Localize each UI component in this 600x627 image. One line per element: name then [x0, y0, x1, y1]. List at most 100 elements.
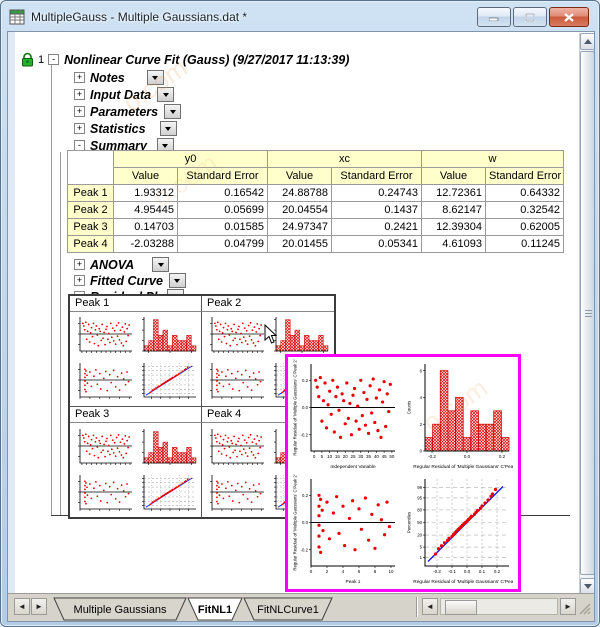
dropdown-button[interactable]	[160, 121, 177, 136]
horizontal-scrollbar[interactable]	[440, 598, 558, 615]
cell: 0.62005	[486, 219, 564, 236]
svg-text:2: 2	[420, 422, 423, 427]
tab-nav-left-button[interactable]: ◄	[14, 598, 30, 615]
svg-text:0.2: 0.2	[302, 493, 309, 498]
scroll-up-button[interactable]	[580, 33, 595, 50]
tree-item-statistics: + Statistics	[74, 121, 177, 136]
mini-chart-residual-histogram	[136, 426, 198, 475]
expand-box[interactable]: +	[74, 259, 85, 270]
svg-text:99: 99	[417, 485, 422, 490]
cell: 0.2421	[332, 219, 422, 236]
svg-text:-0.1: -0.1	[448, 569, 456, 574]
svg-text:4: 4	[342, 569, 345, 574]
col-group-xc: xc	[268, 151, 422, 168]
subheader: Standard Error	[486, 168, 564, 185]
cell: 1.93312	[114, 185, 178, 202]
worksheet-icon	[9, 9, 25, 25]
col-group-w: w	[422, 151, 564, 168]
svg-text:0.1: 0.1	[479, 569, 486, 574]
cell: 0.05341	[332, 236, 422, 253]
dropdown-button[interactable]	[169, 273, 186, 288]
resize-grip-icon	[578, 602, 592, 616]
svg-text:10: 10	[388, 569, 394, 574]
cursor-icon	[264, 324, 278, 345]
cell: 12.72361	[422, 185, 486, 202]
svg-text:-0.2: -0.2	[428, 454, 436, 459]
table-row: Peak 1 1.93312 0.16542 24.88788 0.24743 …	[68, 185, 564, 202]
window-title: MultipleGauss - Multiple Gaussians.dat *	[31, 10, 247, 24]
grid-line	[70, 311, 334, 312]
dropdown-button[interactable]	[164, 104, 181, 119]
minimize-button[interactable]	[477, 7, 511, 27]
svg-text:-0.2: -0.2	[301, 547, 309, 552]
expand-box[interactable]: +	[74, 275, 85, 286]
item-label: Parameters	[90, 105, 158, 119]
svg-text:Percentiles: Percentiles	[407, 512, 412, 533]
vertical-scrollbar[interactable]	[579, 33, 595, 621]
item-label: Notes	[90, 71, 125, 85]
cell: 0.01585	[178, 219, 268, 236]
root-collapse-box[interactable]: -	[48, 54, 59, 65]
dropdown-button[interactable]	[152, 257, 169, 272]
svg-text:20: 20	[417, 533, 422, 538]
sheet-tab-bar: ◄ ► Multiple Gaussians FitNL1 FitNLCurve…	[8, 593, 594, 622]
tab-label[interactable]: FitNLCurve1	[257, 604, 319, 616]
subheader: Value	[422, 168, 486, 185]
tree-item-anova: + ANOVA	[74, 257, 169, 272]
tree-item-parameters: + Parameters	[74, 104, 181, 119]
dropdown-button[interactable]	[147, 70, 164, 85]
cell: 8.62147	[422, 202, 486, 219]
expand-box[interactable]: +	[74, 89, 85, 100]
mini-chart-residual-fitted	[204, 360, 266, 409]
close-icon	[564, 13, 574, 22]
svg-text:0.0: 0.0	[302, 520, 309, 525]
cell: 20.04554	[268, 202, 332, 219]
mini-chart-probability	[136, 360, 198, 409]
svg-text:80: 80	[417, 508, 422, 513]
svg-text:5: 5	[321, 454, 324, 459]
svg-text:95: 95	[417, 496, 422, 501]
expand-box[interactable]: +	[74, 106, 85, 117]
svg-text:Counts: Counts	[407, 401, 412, 415]
mini-chart-residual-scatter	[204, 426, 266, 475]
expand-box[interactable]: +	[74, 72, 85, 83]
mini-chart-probability	[136, 472, 198, 521]
svg-text:15: 15	[335, 454, 341, 459]
svg-text:6: 6	[420, 368, 423, 373]
mini-chart-residual-scatter	[204, 314, 266, 363]
svg-text:5: 5	[420, 545, 423, 550]
tab-label[interactable]: Multiple Gaussians	[74, 604, 167, 616]
cell: 12.39304	[422, 219, 486, 236]
svg-text:4: 4	[420, 395, 423, 400]
cell: 0.11245	[486, 236, 564, 253]
hscroll-right-button[interactable]: ►	[560, 598, 576, 615]
mini-chart-residual-fitted	[204, 472, 266, 521]
close-button[interactable]	[549, 7, 589, 27]
hscroll-thumb[interactable]	[445, 600, 477, 615]
expand-box[interactable]: +	[74, 123, 85, 134]
tab-nav-right-button[interactable]: ►	[31, 598, 47, 615]
svg-text:40: 40	[374, 454, 380, 459]
mini-chart-residual-histogram	[136, 314, 198, 363]
svg-text:0.0: 0.0	[464, 454, 471, 459]
scrollbar-thumb[interactable]	[580, 51, 595, 575]
svg-text:Peak 1: Peak 1	[346, 579, 361, 585]
svg-text:0.0: 0.0	[464, 569, 471, 574]
row-header: Peak 3	[68, 219, 114, 236]
dropdown-button[interactable]	[157, 87, 174, 102]
chart-residual-histogram: -0.20.00.20246Regular Residual of 'Multi…	[405, 359, 513, 476]
minimize-icon	[489, 13, 499, 21]
table-row: Peak 4 -2.03288 0.04799 20.01455 0.05341…	[68, 236, 564, 253]
tree-rail	[51, 64, 52, 516]
grid-cell-label-peak4: Peak 4	[207, 408, 241, 420]
restore-button[interactable]	[513, 7, 547, 27]
mini-chart-residual-scatter	[72, 314, 134, 363]
tab-label-active[interactable]: FitNL1	[198, 604, 232, 616]
cell: -2.03288	[114, 236, 178, 253]
cell: 24.88788	[268, 185, 332, 202]
mini-chart-residual-fitted	[72, 472, 134, 521]
hscroll-left-button[interactable]: ◄	[422, 598, 438, 615]
grid-cell-label-peak2: Peak 2	[207, 297, 241, 309]
row-header: Peak 2	[68, 202, 114, 219]
svg-text:Regular Residual of 'Multiple: Regular Residual of 'Multiple Gaussians'…	[293, 474, 298, 570]
